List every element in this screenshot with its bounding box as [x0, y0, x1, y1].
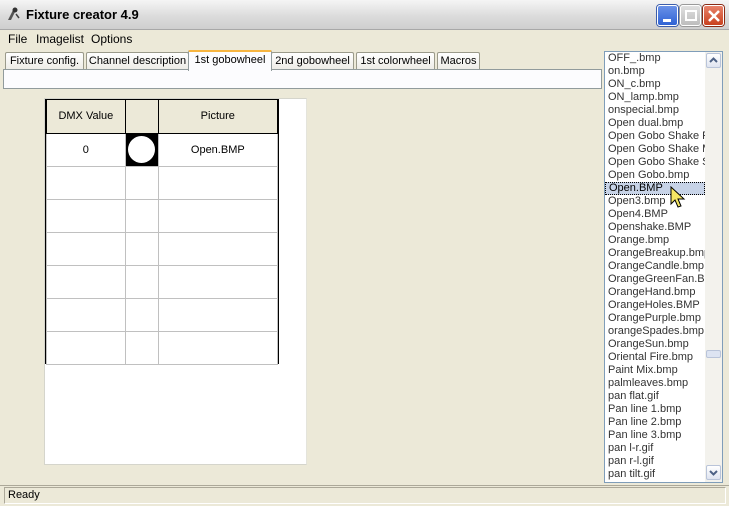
chevron-down-icon — [709, 470, 718, 476]
list-item[interactable]: Open dual.bmp — [605, 117, 705, 130]
list-item[interactable]: OrangeSun.bmp — [605, 338, 705, 351]
menu-imagelist[interactable]: Imagelist — [36, 32, 84, 46]
minimize-icon — [663, 19, 671, 22]
list-item[interactable]: OFF_.bmp — [605, 52, 705, 65]
list-item[interactable]: palmleaves.bmp — [605, 377, 705, 390]
gobo-image-cell[interactable] — [124, 297, 159, 332]
gobo-image-cell[interactable] — [124, 198, 159, 233]
tab-fixture-config[interactable]: Fixture config. — [5, 52, 84, 70]
image-list-items: OFF_.bmp on.bmp ON_c.bmp ON_lamp.bmp onspeci… — [605, 52, 705, 481]
maximize-icon — [685, 10, 697, 21]
status-bar: Ready — [0, 485, 729, 506]
tab-channel-description[interactable]: Channel description — [86, 52, 189, 70]
list-item[interactable]: Pan line 3.bmp — [605, 429, 705, 442]
table-row[interactable] — [46, 165, 279, 200]
dmx-value-cell[interactable] — [46, 198, 126, 233]
dmx-value-cell[interactable] — [46, 231, 126, 266]
list-item[interactable]: Orange.bmp — [605, 234, 705, 247]
scroll-thumb[interactable] — [706, 350, 721, 358]
list-item[interactable]: on.bmp — [605, 65, 705, 78]
scroll-up-button[interactable] — [706, 53, 721, 68]
list-item[interactable]: Openshake.BMP — [605, 221, 705, 234]
mouse-pointer-icon — [670, 186, 686, 208]
list-item[interactable]: Open Gobo Shake M — [605, 143, 705, 156]
list-item[interactable]: ON_c.bmp — [605, 78, 705, 91]
dmx-value-cell[interactable] — [46, 297, 126, 332]
list-item[interactable]: pan flat.gif — [605, 390, 705, 403]
list-item[interactable]: onspecial.bmp — [605, 104, 705, 117]
image-list-scrollbar[interactable] — [705, 52, 722, 482]
menu-bar: File Imagelist Options — [0, 30, 729, 48]
app-icon — [8, 7, 20, 20]
column-header-picture[interactable]: Picture — [157, 100, 279, 134]
list-item[interactable]: Open Gobo Shake S — [605, 156, 705, 169]
tab-2nd-gobowheel[interactable]: 2nd gobowheel — [271, 52, 354, 70]
chevron-up-icon — [709, 57, 718, 63]
list-item[interactable]: Open Gobo Shake F — [605, 130, 705, 143]
close-button[interactable] — [703, 5, 724, 26]
list-item[interactable]: pan r-l.gif — [605, 455, 705, 468]
close-icon — [708, 10, 720, 22]
picture-cell[interactable] — [157, 198, 279, 233]
list-item[interactable]: Open4.BMP — [605, 208, 705, 221]
list-item[interactable]: OrangeBreakup.bmp — [605, 247, 705, 260]
list-item[interactable]: OrangeCandle.bmp — [605, 260, 705, 273]
dmx-value-cell[interactable]: 0 — [46, 132, 126, 167]
table-row[interactable] — [46, 264, 279, 299]
picture-cell[interactable] — [157, 231, 279, 266]
list-item[interactable]: OrangeHand.bmp — [605, 286, 705, 299]
table-row[interactable] — [46, 198, 279, 233]
list-item[interactable]: Oriental Fire.bmp — [605, 351, 705, 364]
list-item[interactable]: ON_lamp.bmp — [605, 91, 705, 104]
title-bar[interactable]: Fixture creator 4.9 — [0, 0, 729, 30]
dmx-value-cell[interactable] — [46, 264, 126, 299]
list-item[interactable]: pan tilt.gif — [605, 468, 705, 481]
maximize-button[interactable] — [680, 5, 701, 26]
menu-options[interactable]: Options — [91, 32, 132, 46]
gobo-image-cell[interactable] — [124, 132, 159, 167]
dmx-value-cell[interactable] — [46, 330, 126, 365]
list-item[interactable]: OrangeGreenFan.BM — [605, 273, 705, 286]
gobo-image-cell[interactable] — [124, 264, 159, 299]
open-gobo-icon — [128, 136, 156, 163]
list-item[interactable]: OrangePurple.bmp — [605, 312, 705, 325]
table-row[interactable] — [46, 330, 279, 365]
dmx-value-cell[interactable] — [46, 165, 126, 200]
tab-panel — [3, 69, 602, 89]
status-text: Ready — [4, 487, 726, 504]
list-item[interactable]: Paint Mix.bmp — [605, 364, 705, 377]
tab-strip: Fixture config. Channel description 1st … — [3, 50, 603, 71]
picture-cell[interactable] — [157, 297, 279, 332]
gobo-grid[interactable]: DMX Value Picture 0 Open.BMP — [45, 99, 279, 365]
gobo-image-cell[interactable] — [124, 165, 159, 200]
list-item[interactable]: Open Gobo.bmp — [605, 169, 705, 182]
image-list[interactable]: OFF_.bmp on.bmp ON_c.bmp ON_lamp.bmp onspeci… — [604, 51, 723, 483]
window-title: Fixture creator 4.9 — [26, 7, 139, 22]
scroll-down-button[interactable] — [706, 465, 721, 480]
menu-file[interactable]: File — [8, 32, 27, 46]
list-item[interactable]: Open.BMP — [605, 182, 705, 195]
table-row[interactable] — [46, 297, 279, 332]
tab-1st-colorwheel[interactable]: 1st colorwheel — [356, 52, 435, 70]
gobo-image-cell[interactable] — [124, 231, 159, 266]
list-item[interactable]: OrangeHoles.BMP — [605, 299, 705, 312]
table-row[interactable]: 0 Open.BMP — [46, 132, 279, 167]
gobo-image-cell[interactable] — [124, 330, 159, 365]
table-row[interactable] — [46, 231, 279, 266]
list-item[interactable]: Pan line 1.bmp — [605, 403, 705, 416]
list-item[interactable]: pan l-r.gif — [605, 442, 705, 455]
list-item[interactable]: Open3.bmp — [605, 195, 705, 208]
column-header-dmx-value[interactable]: DMX Value — [46, 100, 126, 134]
picture-cell[interactable]: Open.BMP — [157, 132, 279, 167]
list-item[interactable]: orangeSpades.bmp — [605, 325, 705, 338]
picture-cell[interactable] — [157, 165, 279, 200]
picture-cell[interactable] — [157, 330, 279, 365]
column-header-image[interactable] — [124, 100, 159, 134]
tab-macros[interactable]: Macros — [437, 52, 480, 70]
picture-cell[interactable] — [157, 264, 279, 299]
list-item[interactable]: Pan line 2.bmp — [605, 416, 705, 429]
minimize-button[interactable] — [657, 5, 678, 26]
tab-1st-gobowheel[interactable]: 1st gobowheel — [188, 50, 272, 71]
